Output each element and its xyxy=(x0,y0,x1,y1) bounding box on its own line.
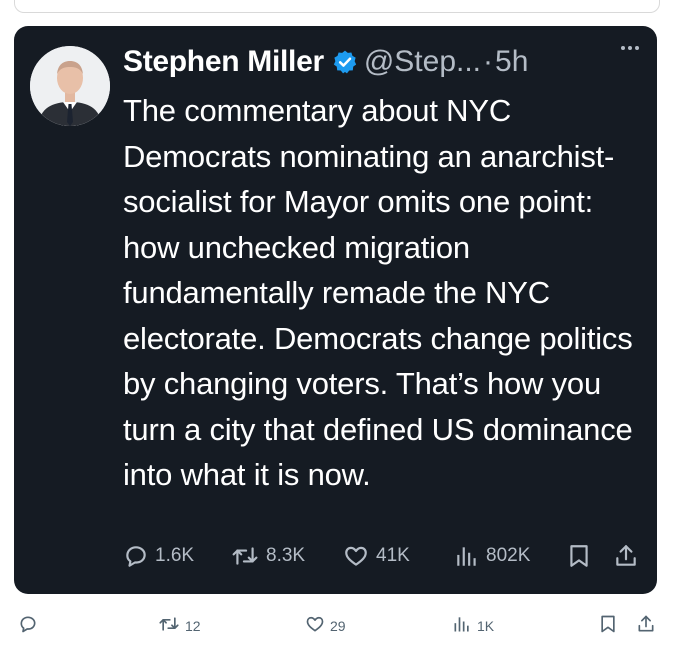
outer-repost-count: 12 xyxy=(185,617,201,634)
share-icon xyxy=(613,542,639,570)
outer-views-button[interactable]: 1K xyxy=(452,614,494,637)
reply-button[interactable]: 1.6K xyxy=(123,543,194,569)
author-handle[interactable]: @Step... xyxy=(364,45,481,79)
like-button[interactable]: 41K xyxy=(342,543,410,569)
outer-like-button[interactable]: 29 xyxy=(305,614,346,637)
reply-count: 1.6K xyxy=(155,545,195,566)
reply-icon xyxy=(123,543,149,569)
more-icon[interactable] xyxy=(621,46,639,50)
repost-icon xyxy=(158,614,180,637)
timestamp[interactable]: 5h xyxy=(495,45,528,79)
outer-views-count: 1K xyxy=(477,617,495,634)
tweet-text: The commentary about NYC Democrats nomin… xyxy=(123,93,633,492)
like-icon xyxy=(305,614,325,637)
views-icon xyxy=(454,543,480,569)
tweet-header: Stephen Miller @Step... · 5h xyxy=(123,42,641,82)
repost-count: 8.3K xyxy=(266,545,306,566)
bookmark-icon xyxy=(566,542,592,570)
bookmark-button[interactable] xyxy=(566,542,592,570)
share-icon xyxy=(636,614,656,637)
dot-separator: · xyxy=(483,45,494,78)
outer-share-button[interactable] xyxy=(636,614,656,637)
verified-icon xyxy=(332,49,358,75)
outer-like-count: 29 xyxy=(330,617,346,634)
bookmark-icon xyxy=(598,614,618,637)
outer-reply-button[interactable] xyxy=(18,614,43,637)
views-icon xyxy=(452,614,472,637)
quoted-tweet-card[interactable]: Stephen Miller @Step... · 5h The comment… xyxy=(14,26,657,594)
author-name[interactable]: Stephen Miller xyxy=(123,45,324,79)
like-icon xyxy=(342,543,370,569)
reply-icon xyxy=(18,614,38,637)
views-button[interactable]: 802K xyxy=(454,543,530,569)
outer-repost-button[interactable]: 12 xyxy=(158,614,201,637)
avatar[interactable] xyxy=(30,46,110,126)
repost-icon xyxy=(230,543,260,569)
like-count: 41K xyxy=(376,545,410,566)
views-count: 802K xyxy=(486,545,531,566)
share-button[interactable] xyxy=(613,542,639,570)
repost-button[interactable]: 8.3K xyxy=(230,543,305,569)
outer-bookmark-button[interactable] xyxy=(598,614,618,637)
tweet-actions: 1.6K 8.3K 41K 802K xyxy=(123,540,643,572)
previous-card-edge xyxy=(14,0,660,13)
outer-post-actions: 12 29 1K xyxy=(0,608,680,642)
